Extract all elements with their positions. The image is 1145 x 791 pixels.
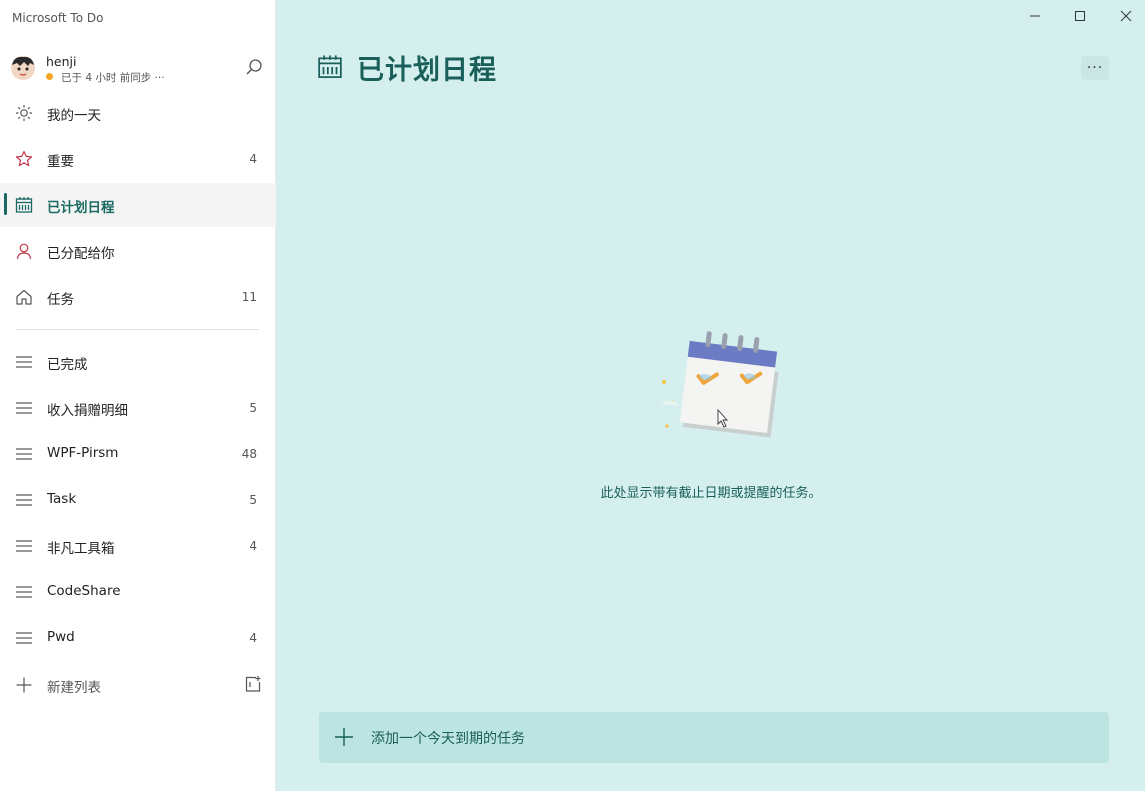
sidebar-item-important[interactable]: 重要 4 bbox=[0, 137, 276, 181]
new-list-button[interactable]: 新建列表 bbox=[0, 663, 276, 707]
maximize-button[interactable] bbox=[1068, 6, 1092, 26]
new-group-button[interactable] bbox=[244, 675, 264, 695]
add-task-input[interactable]: 添加一个今天到期的任务 bbox=[319, 712, 1109, 763]
list-icon bbox=[14, 398, 34, 418]
sidebar-item-label: 已计划日程 bbox=[47, 200, 115, 216]
list-icon bbox=[14, 628, 34, 648]
sidebar-list-item[interactable]: WPF-Pirsm 48 bbox=[0, 432, 276, 476]
close-button[interactable] bbox=[1114, 6, 1138, 26]
sidebar-item-count: 4 bbox=[249, 152, 257, 166]
sun-icon bbox=[14, 103, 34, 123]
minimize-button[interactable] bbox=[1023, 6, 1047, 26]
sidebar-item-count: 4 bbox=[249, 631, 257, 645]
new-group-icon bbox=[245, 676, 261, 692]
calendar-illustration bbox=[661, 331, 779, 438]
maximize-icon bbox=[1075, 11, 1085, 21]
avatar[interactable] bbox=[10, 55, 36, 81]
sidebar-item-count: 48 bbox=[241, 447, 257, 461]
sidebar-list-item[interactable]: Task 5 bbox=[0, 478, 276, 522]
sidebar-item-label: 已完成 bbox=[47, 357, 88, 373]
profile-header[interactable]: henji 已于 4 小时 前同步 ··· bbox=[0, 50, 276, 90]
empty-state-message: 此处显示带有截止日期或提醒的任务。 bbox=[600, 486, 822, 501]
sidebar-item-assigned[interactable]: 已分配给你 bbox=[0, 229, 276, 273]
sidebar-item-label: 重要 bbox=[47, 154, 74, 170]
sidebar-item-count: 5 bbox=[249, 493, 257, 507]
add-task-placeholder: 添加一个今天到期的任务 bbox=[371, 731, 525, 747]
plus-icon bbox=[335, 728, 353, 746]
page-header: 已计划日程 bbox=[317, 50, 497, 86]
plus-icon bbox=[14, 675, 34, 695]
sidebar-list-item[interactable]: 已完成 bbox=[0, 340, 276, 384]
star-icon bbox=[14, 149, 34, 169]
minimize-icon bbox=[1030, 15, 1040, 17]
profile-name: henji bbox=[46, 54, 77, 69]
sync-status: 已于 4 小时 前同步 ··· bbox=[61, 72, 165, 84]
page-title: 已计划日程 bbox=[357, 54, 497, 86]
sidebar-item-tasks[interactable]: 任务 11 bbox=[0, 275, 276, 319]
list-icon bbox=[14, 582, 34, 602]
close-icon bbox=[1120, 10, 1132, 22]
sidebar-list-item[interactable]: 收入捐赠明细 5 bbox=[0, 386, 276, 430]
list-icon bbox=[14, 490, 34, 510]
sidebar-item-label: Task bbox=[47, 491, 77, 507]
search-icon bbox=[246, 59, 262, 75]
sidebar-item-label: 任务 bbox=[47, 292, 74, 308]
sidebar-item-label: WPF-Pirsm bbox=[47, 445, 119, 461]
sidebar-item-planned[interactable]: 已计划日程 bbox=[0, 183, 276, 227]
sidebar-item-count: 4 bbox=[249, 539, 257, 553]
calendar-icon bbox=[14, 195, 34, 215]
sidebar: Microsoft To Do henji 已于 4 小时 前同步 ··· 我的… bbox=[0, 0, 276, 791]
sidebar-item-label: 我的一天 bbox=[47, 108, 101, 124]
person-icon bbox=[14, 241, 34, 261]
sidebar-list-item[interactable]: 非凡工具箱 4 bbox=[0, 524, 276, 568]
list-icon bbox=[14, 444, 34, 464]
new-list-label: 新建列表 bbox=[47, 680, 101, 696]
sidebar-item-label: 收入捐赠明细 bbox=[47, 403, 128, 419]
sidebar-item-label: 已分配给你 bbox=[47, 246, 115, 262]
sidebar-divider bbox=[16, 329, 259, 330]
sidebar-item-count: 5 bbox=[249, 401, 257, 415]
list-icon bbox=[14, 352, 34, 372]
sidebar-item-count: 11 bbox=[241, 290, 257, 304]
sidebar-list-item[interactable]: CodeShare bbox=[0, 570, 276, 614]
sync-status-dot bbox=[46, 73, 53, 80]
app-title: Microsoft To Do bbox=[12, 11, 104, 25]
sidebar-item-label: CodeShare bbox=[47, 583, 121, 599]
calendar-icon bbox=[318, 55, 342, 78]
home-icon bbox=[14, 287, 34, 307]
more-options-button[interactable]: ··· bbox=[1081, 56, 1109, 80]
sidebar-item-my-day[interactable]: 我的一天 bbox=[0, 91, 276, 135]
list-icon bbox=[14, 536, 34, 556]
search-button[interactable] bbox=[242, 55, 266, 79]
sidebar-list-item[interactable]: Pwd 4 bbox=[0, 616, 276, 660]
sidebar-item-label: 非凡工具箱 bbox=[47, 541, 115, 557]
sidebar-item-label: Pwd bbox=[47, 629, 75, 645]
main-panel: 已计划日程 ··· 此处显示带有截止日期或提醒的任务。 添加一个今天到期的任务 bbox=[277, 0, 1145, 791]
